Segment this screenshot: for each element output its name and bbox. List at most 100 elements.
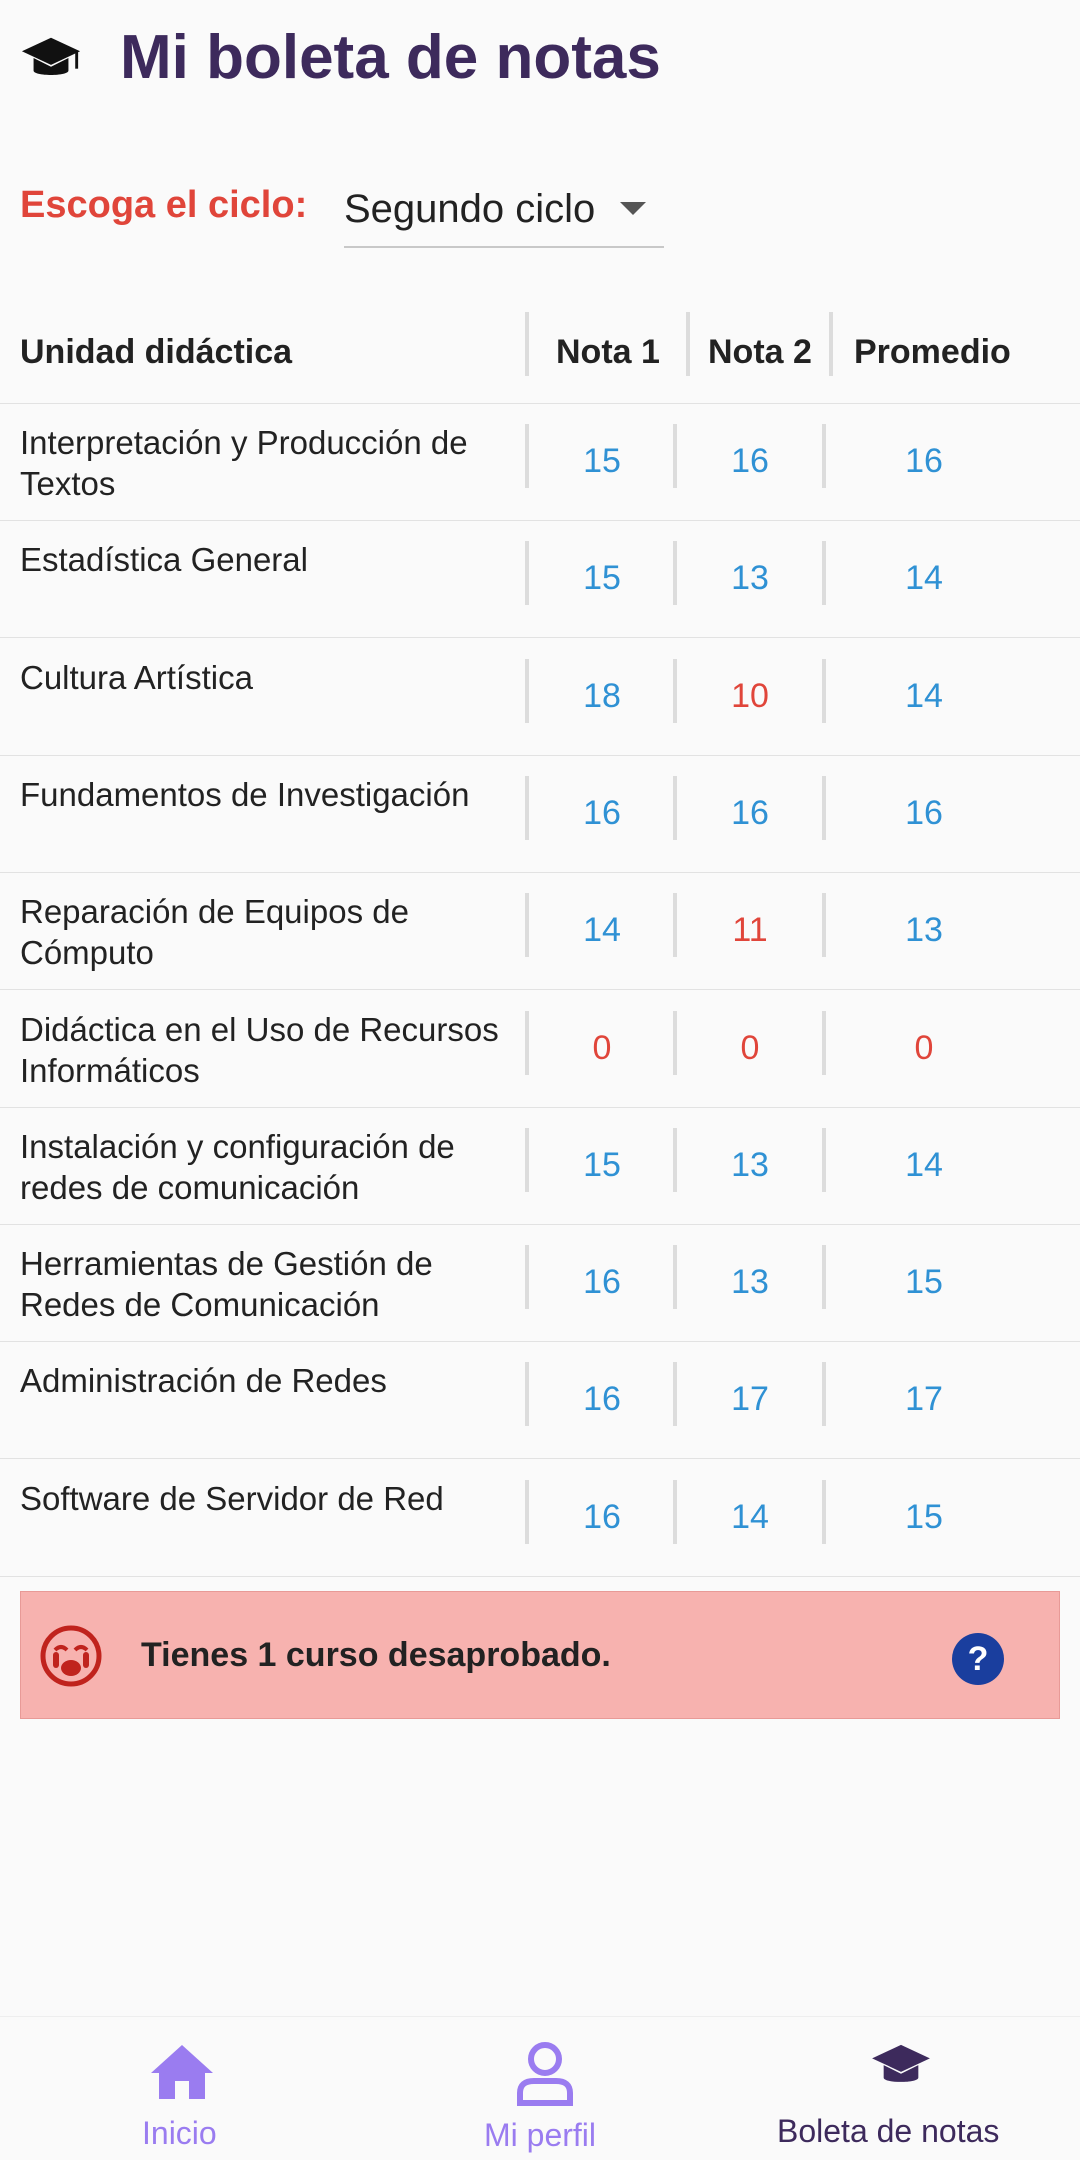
course-name: Software de Servidor de Red (20, 1479, 444, 1517)
grade-promedio: 13 (905, 911, 943, 950)
column-divider (822, 1245, 826, 1310)
failed-courses-alert: Tienes 1 curso desaprobado. ? (20, 1591, 1060, 1719)
nav-item-boleta-de-notas[interactable]: Boleta de notas (770, 2017, 1030, 2160)
course-name: Didáctica en el Uso de Recursos Informát… (20, 1010, 499, 1089)
grade-promedio: 14 (905, 559, 943, 598)
column-divider (822, 775, 826, 840)
alert-message: Tienes 1 curso desaprobado. (141, 1636, 611, 1674)
column-divider (673, 775, 677, 840)
grade-nota2: 13 (731, 1263, 769, 1302)
grade-nota1: 15 (583, 1145, 621, 1184)
grade-promedio: 16 (905, 793, 943, 832)
table-row: Estadística General 15 13 14 (0, 521, 1080, 639)
grade-promedio: 17 (905, 1380, 943, 1419)
grade-promedio: 14 (905, 676, 943, 715)
grade-promedio: 0 (914, 1028, 934, 1067)
column-divider (525, 775, 529, 840)
sad-face-icon (40, 1625, 102, 1687)
grade-promedio: 15 (905, 1263, 943, 1302)
grade-nota2: 16 (731, 442, 769, 480)
course-name: Estadística General (20, 541, 308, 579)
grade-promedio: 16 (905, 442, 943, 480)
column-divider (673, 893, 677, 958)
column-divider (822, 893, 826, 958)
column-divider (525, 1010, 529, 1075)
table-row: Herramientas de Gestión de Redes de Comu… (0, 1225, 1080, 1343)
table-row: Didáctica en el Uso de Recursos Informát… (0, 991, 1080, 1108)
grade-nota1: 0 (592, 1028, 612, 1067)
cycle-label: Escoga el ciclo: (20, 184, 308, 226)
grade-nota1: 15 (583, 442, 621, 480)
nav-item-mi-perfil[interactable]: Mi perfil (470, 2017, 630, 2160)
column-divider (822, 541, 826, 606)
table-row: Fundamentos de Investigación 16 16 16 (0, 756, 1080, 873)
grade-nota1: 16 (583, 1497, 621, 1536)
grades-table-header: Unidad didáctica Nota 1 Nota 2 Promedio (0, 300, 1080, 404)
grade-promedio: 15 (905, 1497, 943, 1536)
home-icon (151, 2045, 213, 2099)
column-divider (525, 658, 529, 723)
help-icon[interactable]: ? (951, 1632, 1005, 1686)
header-nota2: Nota 2 (708, 332, 812, 371)
grade-nota1: 15 (583, 559, 621, 598)
column-divider (829, 312, 833, 376)
course-name: Cultura Artística (20, 658, 253, 696)
column-divider (686, 312, 690, 376)
column-divider (673, 1245, 677, 1310)
table-row: Interpretación y Producción de Textos 15 1… (0, 404, 1080, 521)
column-divider (673, 658, 677, 723)
cycle-selected-value: Segundo ciclo (344, 186, 596, 231)
column-divider (822, 424, 826, 488)
column-divider (822, 1127, 826, 1192)
table-row: Cultura Artística 18 10 14 (0, 639, 1080, 756)
course-name: Fundamentos de Investigación (20, 775, 470, 813)
column-divider (525, 541, 529, 606)
bottom-navigation: Inicio Mi perfil Boleta de notas (0, 2016, 1080, 2160)
header-unidad: Unidad didáctica (20, 332, 293, 371)
grade-promedio: 14 (905, 1145, 943, 1184)
column-divider (525, 424, 529, 488)
column-divider (525, 893, 529, 958)
grade-nota1: 16 (583, 1380, 621, 1419)
svg-text:?: ? (968, 1640, 989, 1678)
grade-nota2: 14 (731, 1497, 769, 1536)
grade-nota1: 14 (583, 911, 621, 950)
nav-label-mi-perfil: Mi perfil (484, 2117, 597, 2153)
column-divider (673, 1010, 677, 1075)
column-divider (525, 1127, 529, 1192)
column-divider (822, 1010, 826, 1075)
column-divider (822, 1479, 826, 1544)
column-divider (525, 1362, 529, 1427)
column-divider (673, 1127, 677, 1192)
grade-nota2: 10 (731, 676, 769, 715)
column-divider (822, 658, 826, 723)
app-header: Mi boleta de notas (0, 0, 1080, 120)
column-divider (525, 1479, 529, 1544)
column-divider (673, 541, 677, 606)
grade-nota1: 18 (583, 676, 621, 715)
grade-nota2: 17 (731, 1380, 769, 1419)
cycle-dropdown[interactable]: Segundo ciclo (344, 172, 664, 248)
table-row: Administración de Redes 16 17 17 (0, 1342, 1080, 1460)
column-divider (673, 1479, 677, 1544)
grade-nota2: 16 (731, 793, 769, 832)
header-promedio: Promedio (854, 332, 1011, 371)
table-row: Software de Servidor de Red 16 14 15 (0, 1460, 1080, 1577)
page-title: Mi boleta de notas (120, 23, 661, 92)
graduation-cap-icon (872, 2044, 930, 2082)
course-name: Reparación de Equipos de Cómputo (20, 893, 409, 972)
course-name: Instalación y configuración de redes de … (20, 1127, 455, 1206)
course-name: Herramientas de Gestión de Redes de Comu… (20, 1245, 433, 1324)
course-name: Administración de Redes (20, 1362, 387, 1400)
grade-nota2: 0 (740, 1028, 760, 1067)
grade-nota2: 13 (731, 559, 769, 598)
course-name: Interpretación y Producción de Textos (20, 424, 468, 502)
table-row: Reparación de Equipos de Cómputo 14 11 13 (0, 873, 1080, 991)
nav-label-boleta: Boleta de notas (777, 2113, 1000, 2149)
column-divider (822, 1362, 826, 1427)
column-divider (673, 1362, 677, 1427)
column-divider (673, 424, 677, 488)
nav-label-inicio: Inicio (142, 2115, 217, 2151)
nav-item-inicio[interactable]: Inicio (100, 2017, 260, 2160)
header-nota1: Nota 1 (556, 332, 660, 371)
